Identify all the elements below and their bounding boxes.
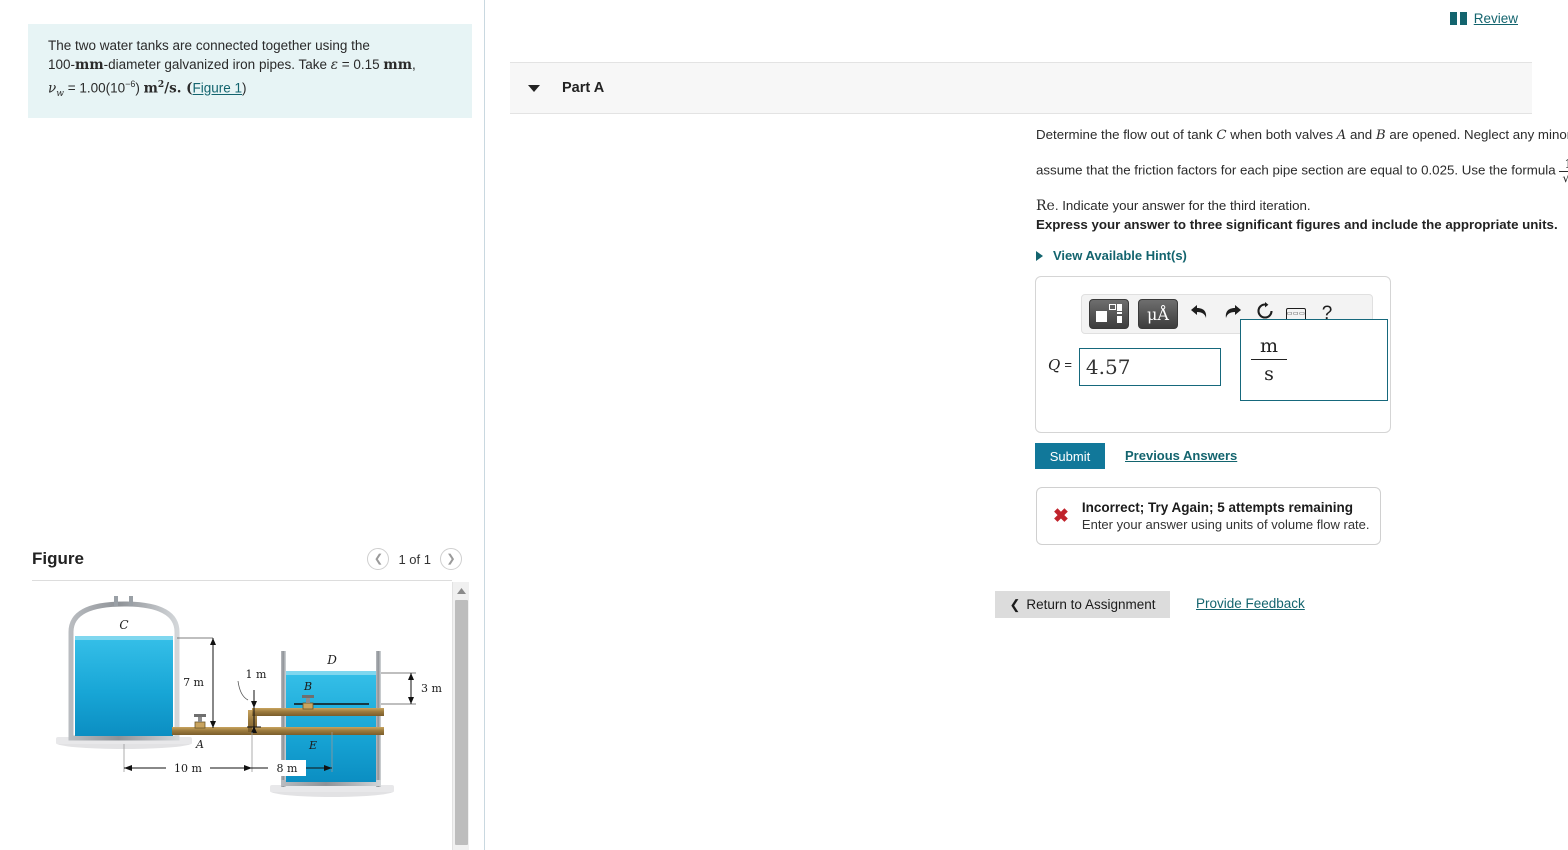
- assignment-page: The two water tanks are connected togeth…: [0, 0, 1568, 850]
- x-mark-icon: ✖: [1053, 505, 1069, 527]
- figure-title: Figure: [32, 549, 84, 568]
- q-seg4: are opened. Neglect any minor losses. Us…: [1389, 127, 1568, 142]
- chevron-right-icon[interactable]: ❯: [440, 548, 462, 570]
- left-pane: The two water tanks are connected togeth…: [0, 0, 485, 850]
- figure-label-valve-b: B: [303, 680, 312, 693]
- answer-variable-label: Q: [1048, 356, 1061, 374]
- feedback-detail: Enter your answer using units of volume …: [1081, 517, 1370, 532]
- answer-equals: =: [1064, 357, 1072, 372]
- formula-lhs: 1√f: [1559, 158, 1568, 184]
- nu-symbol: ν: [48, 80, 57, 97]
- book-icon: [1449, 12, 1467, 25]
- express-instruction: Express your answer to three significant…: [1036, 217, 1558, 232]
- figure-dim-1m: 1 m: [246, 668, 267, 681]
- feedback-panel: ✖ Incorrect; Try Again; 5 attempts remai…: [1036, 487, 1381, 545]
- figure-label-point-e: E: [308, 739, 317, 752]
- question-line-2: assume that the friction factors for eac…: [1036, 158, 1568, 184]
- q-seg5: assume that the friction factors for eac…: [1036, 162, 1560, 178]
- epsilon-symbol: ε: [330, 57, 338, 73]
- figure-label-tank-c: C: [119, 618, 128, 632]
- provide-feedback-link[interactable]: Provide Feedback: [1196, 596, 1305, 611]
- figure-dim-7m: 7 m: [183, 676, 204, 689]
- q-seg3: and: [1346, 127, 1376, 142]
- figure-label-valve-a: A: [195, 738, 204, 751]
- part-a-header[interactable]: Part A: [510, 62, 1532, 114]
- scroll-up-icon[interactable]: [453, 582, 469, 599]
- scrollbar-thumb[interactable]: [455, 600, 468, 845]
- figure-label-tank-d: D: [326, 653, 337, 667]
- nu-value: = 1.00(10: [63, 80, 126, 96]
- problem-line-3: νw = 1.00(10−6) m2/s. (Figure 1): [48, 75, 458, 104]
- unit-per-s: /s. (: [164, 80, 193, 97]
- previous-answers-link[interactable]: Previous Answers: [1125, 448, 1237, 463]
- caret-down-icon[interactable]: [528, 84, 540, 92]
- answer-unit-field[interactable]: m s: [1240, 319, 1388, 401]
- unit-numerator: m: [1251, 335, 1288, 360]
- problem-line-1: The two water tanks are connected togeth…: [48, 38, 370, 53]
- nu-exponent: −6: [125, 79, 136, 89]
- problem-line3-end: ): [242, 80, 247, 96]
- figure-scrollbar[interactable]: [452, 582, 469, 850]
- part-title: Part A: [562, 80, 605, 96]
- unit-m: m: [143, 80, 158, 97]
- figure-dim-8m: 8 m: [277, 762, 298, 775]
- problem-line2-comma: ,: [412, 57, 416, 72]
- formula-lhs-den: √f: [1562, 170, 1568, 185]
- formula-lhs-num: 1: [1559, 158, 1568, 172]
- question-line-1: Determine the flow out of tank C when bo…: [1036, 126, 1568, 144]
- feedback-text: Incorrect; Try Again; 5 attempts remaini…: [1082, 500, 1370, 532]
- undo-icon[interactable]: [1187, 303, 1211, 326]
- unit-fraction: m s: [1251, 335, 1288, 385]
- units-label: μÅ: [1147, 304, 1169, 324]
- figure-dim-10m: 10 m: [174, 762, 202, 775]
- caret-right-icon: [1036, 250, 1043, 261]
- return-to-assignment-button[interactable]: ❮ Return to Assignment: [995, 591, 1170, 618]
- right-pane: Review Part A Determine the flow out of …: [486, 0, 1568, 850]
- question-body: Determine the flow out of tank C when bo…: [1036, 126, 1568, 229]
- answer-row: Q = m s: [1048, 319, 1388, 401]
- var-b: B: [1375, 128, 1386, 143]
- figure-viewport: C D A B E 7 m 1 m 3 m 10 m 8 m: [32, 582, 469, 850]
- var-c: C: [1216, 128, 1227, 143]
- q-reynolds: Re: [1036, 198, 1055, 215]
- unit-denominator: s: [1264, 363, 1274, 385]
- view-hints-button[interactable]: View Available Hint(s): [1036, 248, 1187, 263]
- answer-input[interactable]: [1078, 348, 1221, 386]
- hints-label: View Available Hint(s): [1053, 248, 1187, 263]
- problem-statement: The two water tanks are connected togeth…: [28, 24, 472, 119]
- figure-header: Figure ❮ 1 of 1 ❯: [32, 548, 462, 570]
- figure-count: 1 of 1: [398, 551, 431, 567]
- answer-card: μÅ ▭▭▭ ? Q = 4.57 m s: [1035, 276, 1391, 433]
- unit-mm: mm: [75, 57, 104, 73]
- figure-dim-3m: 3 m: [421, 682, 442, 695]
- keyboard-glyph: ▭▭▭: [1286, 311, 1306, 317]
- nu-subscript: w: [56, 89, 64, 100]
- q-seg1: Determine the flow out of tank: [1036, 127, 1217, 142]
- q-seg2: when both valves: [1226, 127, 1337, 142]
- figure-divider: [32, 580, 452, 581]
- chevron-left-icon[interactable]: ❮: [367, 548, 390, 570]
- problem-line2-c: = 0.15: [338, 57, 384, 72]
- problem-line2-a: 100-: [48, 57, 76, 72]
- units-icon[interactable]: μÅ: [1138, 299, 1178, 329]
- q-seg8: . Indicate your answer for the third ite…: [1054, 198, 1311, 214]
- unit-mm-2: mm: [383, 57, 412, 73]
- template-glyph: [1096, 304, 1122, 324]
- feedback-headline: Incorrect; Try Again; 5 attempts remaini…: [1081, 500, 1353, 515]
- var-a: A: [1336, 128, 1347, 143]
- review-label: Review: [1473, 11, 1518, 26]
- math-template-icon[interactable]: [1089, 299, 1129, 329]
- figure-navigation: ❮ 1 of 1 ❯: [367, 548, 462, 570]
- return-label: Return to Assignment: [1026, 597, 1156, 612]
- nu-close: ): [135, 80, 144, 96]
- problem-line2-b: -diameter galvanized iron pipes. Take: [103, 57, 331, 72]
- question-line-3: Re. Indicate your answer for the third i…: [1036, 197, 1568, 215]
- figure-1-link[interactable]: Figure 1: [193, 81, 243, 96]
- chevron-left-icon: ❮: [1009, 596, 1021, 612]
- tank-diagram: C D A B E 7 m 1 m 3 m 10 m 8 m: [56, 596, 442, 797]
- submit-button[interactable]: Submit: [1035, 443, 1105, 469]
- review-link[interactable]: Review: [1449, 11, 1518, 26]
- problem-line-2: 100-mm-diameter galvanized iron pipes. T…: [48, 55, 458, 75]
